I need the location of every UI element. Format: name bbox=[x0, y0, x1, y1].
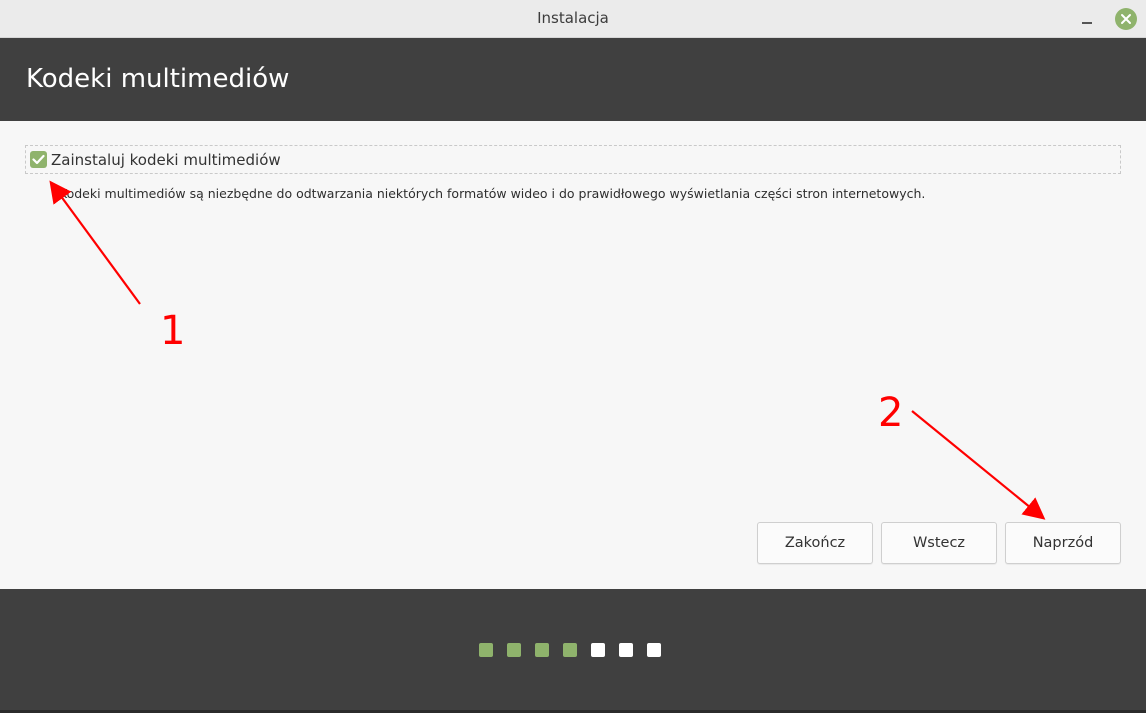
annotation-label-1: 1 bbox=[160, 308, 186, 354]
annotation-arrow-2 bbox=[911, 410, 1046, 520]
annotation-label-2: 2 bbox=[878, 390, 904, 436]
annotation-arrow-1 bbox=[49, 180, 141, 305]
annotation-arrows bbox=[49, 180, 1046, 520]
installer-window: Instalacja Kodeki multimediów Zainstaluj… bbox=[0, 0, 1146, 713]
